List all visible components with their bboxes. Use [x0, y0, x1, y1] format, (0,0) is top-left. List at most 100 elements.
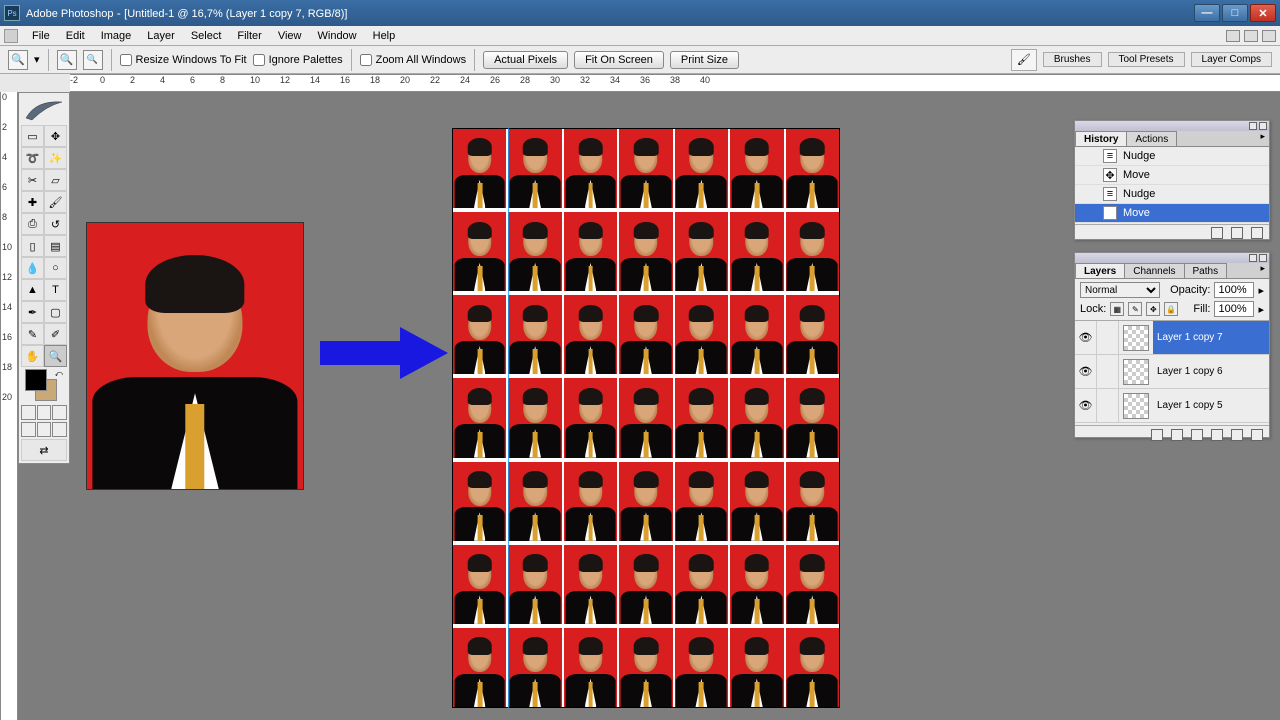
magic-wand-tool[interactable]: ✨: [44, 147, 67, 169]
screen-standard-icon[interactable]: [21, 422, 36, 437]
visibility-icon[interactable]: 👁: [1075, 389, 1097, 422]
type-tool[interactable]: T: [44, 279, 67, 301]
stamp-tool[interactable]: ⎙: [21, 213, 44, 235]
lock-pixels-icon[interactable]: ✎: [1128, 302, 1142, 316]
ignore-palettes-checkbox[interactable]: Ignore Palettes: [253, 54, 343, 66]
move-tool[interactable]: ✥: [44, 125, 67, 147]
panel-menu-icon[interactable]: ▸: [1256, 263, 1269, 278]
channels-tab[interactable]: Channels: [1124, 263, 1184, 278]
close-button[interactable]: ✕: [1250, 4, 1276, 22]
maximize-button[interactable]: □: [1222, 4, 1248, 22]
quickmask-mode-icon[interactable]: [37, 405, 52, 420]
pen-tool[interactable]: ✒: [21, 301, 44, 323]
panel-minimize-icon[interactable]: [1249, 122, 1257, 130]
layer-row[interactable]: 👁 Layer 1 copy 7: [1075, 321, 1269, 355]
crop-tool[interactable]: ✂: [21, 169, 44, 191]
blend-mode-select[interactable]: Normal: [1080, 282, 1160, 298]
visibility-icon[interactable]: 👁: [1075, 321, 1097, 354]
new-doc-from-state-icon[interactable]: [1211, 227, 1223, 239]
layer-row[interactable]: 👁 Layer 1 copy 6: [1075, 355, 1269, 389]
menu-edit[interactable]: Edit: [58, 28, 93, 44]
delete-state-icon[interactable]: [1251, 227, 1263, 239]
layer-style-icon[interactable]: [1151, 429, 1163, 441]
panel-close-icon[interactable]: [1259, 254, 1267, 262]
brush-tool[interactable]: 🖌: [44, 191, 67, 213]
layers-tab[interactable]: Layers: [1075, 263, 1125, 278]
layer-thumbnail[interactable]: [1123, 325, 1149, 351]
actual-pixels-button[interactable]: Actual Pixels: [483, 51, 568, 69]
eyedropper-tool[interactable]: ✐: [44, 323, 67, 345]
minimize-button[interactable]: —: [1194, 4, 1220, 22]
layer-name[interactable]: Layer 1 copy 6: [1153, 366, 1269, 377]
notes-tool[interactable]: ✎: [21, 323, 44, 345]
standard-mode-icon[interactable]: [21, 405, 36, 420]
new-snapshot-icon[interactable]: [1231, 227, 1243, 239]
marquee-tool[interactable]: ▭: [21, 125, 44, 147]
opacity-value[interactable]: 100%: [1214, 282, 1254, 298]
zoom-in-icon[interactable]: 🔍: [57, 50, 77, 70]
hand-tool[interactable]: ✋: [21, 345, 44, 367]
menu-filter[interactable]: Filter: [229, 28, 269, 44]
history-item[interactable]: ✥Move: [1075, 166, 1269, 185]
zoom-out-icon[interactable]: 🔍: [83, 50, 103, 70]
tool-presets-palette-tab[interactable]: Tool Presets: [1108, 52, 1185, 67]
menu-window[interactable]: Window: [310, 28, 365, 44]
history-item[interactable]: ≡Nudge: [1075, 147, 1269, 166]
zoom-all-checkbox[interactable]: Zoom All Windows: [360, 54, 466, 66]
print-size-button[interactable]: Print Size: [670, 51, 739, 69]
lasso-tool[interactable]: ➰: [21, 147, 44, 169]
layer-mask-icon[interactable]: [1171, 429, 1183, 441]
adjustment-layer-icon[interactable]: [1211, 429, 1223, 441]
fill-value[interactable]: 100%: [1214, 301, 1254, 317]
history-brush-tool[interactable]: ↺: [44, 213, 67, 235]
layer-name[interactable]: Layer 1 copy 7: [1153, 321, 1269, 354]
panel-menu-icon[interactable]: ▸: [1256, 131, 1269, 146]
gradient-tool[interactable]: ▤: [44, 235, 67, 257]
menu-help[interactable]: Help: [365, 28, 404, 44]
visibility-icon[interactable]: 👁: [1075, 355, 1097, 388]
panel-close-icon[interactable]: [1259, 122, 1267, 130]
menu-layer[interactable]: Layer: [139, 28, 183, 44]
healing-tool[interactable]: ✚: [21, 191, 44, 213]
foreground-color[interactable]: [25, 369, 47, 391]
paths-tab[interactable]: Paths: [1184, 263, 1228, 278]
layer-thumbnail[interactable]: [1123, 393, 1149, 419]
menu-image[interactable]: Image: [93, 28, 140, 44]
delete-layer-icon[interactable]: [1251, 429, 1263, 441]
history-item[interactable]: ✥Move: [1075, 204, 1269, 223]
screen-full-menubar-icon[interactable]: [37, 422, 52, 437]
lock-position-icon[interactable]: ✥: [1146, 302, 1160, 316]
layer-comps-palette-tab[interactable]: Layer Comps: [1191, 52, 1272, 67]
link-icon[interactable]: [1097, 355, 1119, 388]
layer-thumbnail[interactable]: [1123, 359, 1149, 385]
blur-tool[interactable]: 💧: [21, 257, 44, 279]
jump-to-imageready-icon[interactable]: ⇄: [21, 439, 67, 461]
menu-file[interactable]: File: [24, 28, 58, 44]
layer-name[interactable]: Layer 1 copy 5: [1153, 400, 1269, 411]
shape-tool[interactable]: ▢: [44, 301, 67, 323]
actions-tab[interactable]: Actions: [1126, 131, 1177, 146]
fit-on-screen-button[interactable]: Fit On Screen: [574, 51, 664, 69]
screenmode-icon[interactable]: [52, 405, 67, 420]
guide-line[interactable]: [508, 128, 509, 708]
mdi-close[interactable]: [1262, 30, 1276, 42]
menu-view[interactable]: View: [270, 28, 310, 44]
history-tab[interactable]: History: [1075, 131, 1127, 146]
panel-minimize-icon[interactable]: [1249, 254, 1257, 262]
zoom-tool[interactable]: 🔍: [44, 345, 67, 367]
slice-tool[interactable]: ▱: [44, 169, 67, 191]
swap-colors-icon[interactable]: ⤺: [54, 369, 63, 379]
brushes-palette-tab[interactable]: Brushes: [1043, 52, 1102, 67]
history-item[interactable]: ≡Nudge: [1075, 185, 1269, 204]
new-set-icon[interactable]: [1191, 429, 1203, 441]
link-icon[interactable]: [1097, 389, 1119, 422]
resize-windows-checkbox[interactable]: Resize Windows To Fit: [120, 54, 247, 66]
path-select-tool[interactable]: ▲: [21, 279, 44, 301]
dodge-tool[interactable]: ○: [44, 257, 67, 279]
color-swatches[interactable]: ⤺: [21, 369, 67, 403]
layer-row[interactable]: 👁 Layer 1 copy 5: [1075, 389, 1269, 423]
lock-transparency-icon[interactable]: ▦: [1110, 302, 1124, 316]
lock-all-icon[interactable]: 🔒: [1164, 302, 1178, 316]
menu-select[interactable]: Select: [183, 28, 230, 44]
screen-full-icon[interactable]: [52, 422, 67, 437]
